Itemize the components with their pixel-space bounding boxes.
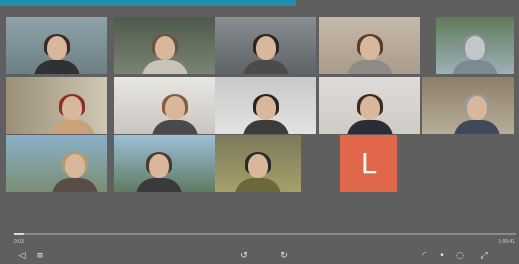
volume-icon[interactable]: ◜ [418, 250, 430, 262]
participant-video-tile[interactable] [319, 77, 420, 134]
participant-video-tile[interactable] [6, 77, 107, 134]
rewind-icon[interactable]: ↺ [238, 250, 250, 262]
forward-icon[interactable]: ↻ [278, 250, 290, 262]
participant-avatar-tile[interactable]: L [340, 135, 397, 192]
participant-video-tile[interactable] [114, 17, 215, 74]
participant-video-tile[interactable] [114, 77, 215, 134]
participant-video-tile[interactable] [215, 17, 316, 74]
participant-video-tile[interactable] [436, 17, 514, 74]
accent-bar [0, 0, 296, 6]
settings-icon[interactable]: • [436, 250, 448, 262]
play-icon[interactable]: ◁ [16, 250, 28, 262]
participant-video-tile[interactable] [319, 17, 420, 74]
playback-progress [14, 233, 25, 235]
playback-timeline[interactable] [14, 233, 516, 235]
participant-video-tile[interactable] [6, 135, 107, 192]
video-grid: L [6, 17, 519, 192]
pip-icon[interactable]: ◌ [454, 250, 466, 262]
participant-video-tile[interactable] [422, 77, 514, 134]
total-time: 1:09:41 [498, 239, 515, 245]
fullscreen-icon[interactable]: ⤢ [478, 250, 490, 262]
participant-video-tile[interactable] [114, 135, 215, 192]
participant-video-tile[interactable] [215, 77, 316, 134]
current-time: 0:03 [14, 239, 24, 245]
participant-video-tile[interactable] [6, 17, 107, 74]
participant-video-tile[interactable] [215, 135, 301, 192]
player-controls: ◁ ≡ ↺ ↻ ◜ • ◌ ⤢ [0, 248, 519, 264]
captions-icon[interactable]: ≡ [34, 250, 46, 262]
avatar-initial: L [360, 147, 377, 180]
